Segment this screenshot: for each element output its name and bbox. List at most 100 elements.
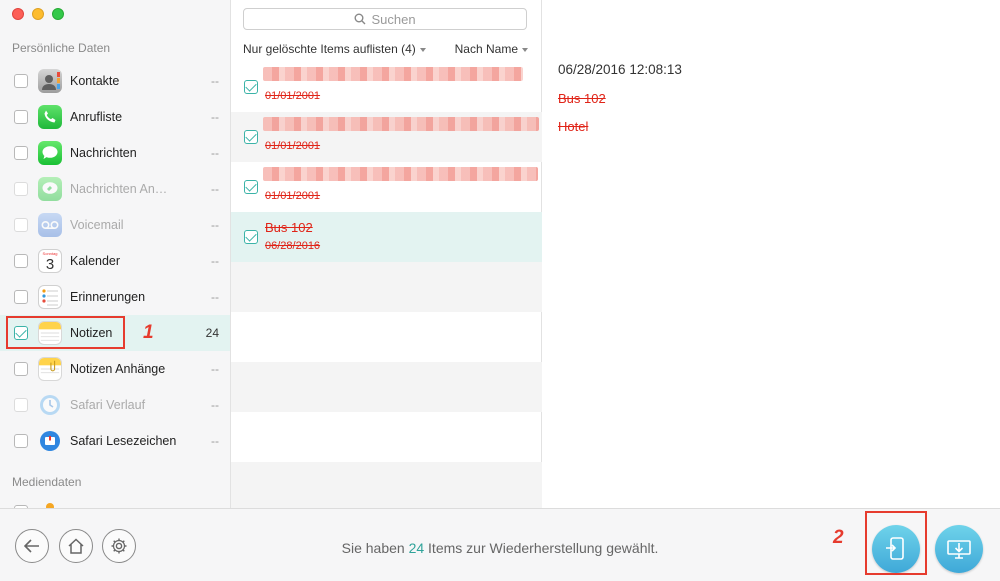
filter-label: Nur gelöschte Items auflisten (4)	[243, 42, 416, 56]
annotation-step-1: 1	[143, 322, 154, 343]
messages-checkbox[interactable]	[14, 146, 28, 160]
sidebar-item-label: Nachrichten	[70, 146, 137, 160]
sidebar-item-safari-bookmarks[interactable]: Safari Lesezeichen --	[0, 423, 230, 459]
item-count: --	[211, 74, 219, 88]
annotation-highlight-recover-button	[865, 511, 927, 575]
sidebar-item-safari-history[interactable]: Safari Verlauf --	[0, 387, 230, 423]
sidebar-item-notes-attachments[interactable]: Notizen Anhänge --	[0, 351, 230, 387]
note-list: 01/01/2001 01/01/2001 01/01/2001 Bus 102…	[231, 62, 542, 512]
status-prefix: Sie haben	[341, 540, 409, 556]
row-checkbox[interactable]	[244, 230, 258, 244]
section-title-personal: Persönliche Daten	[12, 41, 111, 55]
safari-bookmarks-checkbox[interactable]	[14, 434, 28, 448]
calendar-checkbox[interactable]	[14, 254, 28, 268]
sidebar-item-label: Safari Lesezeichen	[70, 434, 177, 448]
note-line: Hotel	[558, 119, 589, 134]
sidebar-item-reminders[interactable]: Erinnerungen --	[0, 279, 230, 315]
safari-history-icon	[38, 393, 62, 417]
messages-icon	[38, 141, 62, 165]
reminders-checkbox[interactable]	[14, 290, 28, 304]
note-line: Bus 102	[558, 91, 606, 106]
item-count: --	[211, 182, 219, 196]
message-attachments-icon	[38, 177, 62, 201]
item-count: --	[211, 290, 219, 304]
sidebar-item-label: Notizen Anhänge	[70, 362, 166, 376]
contacts-checkbox[interactable]	[14, 74, 28, 88]
sidebar-item-message-attachments[interactable]: Nachrichten An… --	[0, 171, 230, 207]
contacts-icon	[38, 69, 62, 93]
annotation-step-2: 2	[833, 527, 844, 548]
calendar-icon: Sonntag 3	[38, 249, 62, 273]
row-date: 01/01/2001	[265, 190, 321, 202]
list-item[interactable]: Bus 102 06/28/2016	[231, 212, 542, 262]
item-count: --	[211, 146, 219, 160]
row-date: 01/01/2001	[265, 90, 321, 102]
zoom-window-button[interactable]	[52, 8, 64, 20]
filter-bar: Nur gelöschte Items auflisten (4) Nach N…	[231, 38, 542, 60]
sort-dropdown[interactable]: Nach Name	[455, 42, 528, 56]
sort-label: Nach Name	[454, 42, 518, 56]
empty-row	[231, 262, 542, 312]
minimize-window-button[interactable]	[32, 8, 44, 20]
recover-to-computer-button[interactable]	[935, 525, 983, 573]
row-checkbox[interactable]	[244, 80, 258, 94]
annotation-highlight-notes	[6, 316, 125, 349]
chevron-down-icon	[419, 47, 426, 52]
bottom-toolbar: Sie haben 24 Items zur Wiederherstellung…	[0, 508, 1000, 581]
message-attachments-checkbox[interactable]	[14, 182, 28, 196]
sidebar-item-label: Safari Verlauf	[70, 398, 146, 412]
deleted-filter-dropdown[interactable]: Nur gelöschte Items auflisten (4)	[243, 42, 426, 56]
window-controls	[12, 8, 64, 20]
call-history-checkbox[interactable]	[14, 110, 28, 124]
sidebar-item-label: Anrufliste	[70, 110, 123, 124]
sidebar-item-label: Nachrichten An…	[70, 182, 168, 196]
item-count: --	[211, 398, 219, 412]
chevron-down-icon	[522, 47, 528, 52]
reminders-icon	[38, 285, 62, 309]
safari-bookmarks-icon	[38, 429, 62, 453]
redacted-title	[263, 167, 538, 181]
row-checkbox[interactable]	[244, 130, 258, 144]
sidebar-item-voicemail[interactable]: Voicemail --	[0, 207, 230, 243]
item-count: --	[211, 110, 219, 124]
recover-to-computer-icon	[947, 540, 971, 559]
sidebar-item-photos[interactable]	[0, 494, 230, 508]
photos-icon	[38, 500, 62, 508]
status-count: 24	[408, 540, 425, 556]
section-title-media: Mediendaten	[12, 475, 82, 489]
status-suffix: Items zur Wiederherstellung gewählt.	[424, 540, 659, 556]
row-title: Bus 102	[265, 220, 313, 235]
sidebar-item-label: Voicemail	[70, 218, 124, 232]
safari-history-checkbox[interactable]	[14, 398, 28, 412]
sidebar-item-contacts[interactable]: Kontakte --	[0, 63, 230, 99]
search-field[interactable]: Suchen	[243, 8, 527, 30]
sidebar: Persönliche Daten Kontakte -- Anrufliste…	[0, 0, 231, 508]
search-placeholder: Suchen	[371, 11, 416, 27]
sidebar-item-label: Kalender	[70, 254, 121, 268]
note-timestamp: 06/28/2016 12:08:13	[558, 62, 682, 77]
item-count: --	[211, 362, 219, 376]
empty-row	[231, 462, 542, 512]
sidebar-item-label: Kontakte	[70, 74, 120, 88]
sidebar-item-call-history[interactable]: Anrufliste --	[0, 99, 230, 135]
voicemail-checkbox[interactable]	[14, 218, 28, 232]
empty-row	[231, 412, 542, 462]
list-item[interactable]: 01/01/2001	[231, 62, 542, 112]
list-item[interactable]: 01/01/2001	[231, 112, 542, 162]
list-item[interactable]: 01/01/2001	[231, 162, 542, 212]
notes-attachments-icon	[38, 357, 62, 381]
note-detail-panel: 06/28/2016 12:08:13 Bus 102 Hotel	[542, 0, 1000, 508]
selection-status: Sie haben 24 Items zur Wiederherstellung…	[0, 540, 1000, 556]
sidebar-item-messages[interactable]: Nachrichten --	[0, 135, 230, 171]
calendar-day-number: 3	[45, 256, 55, 273]
redacted-title	[263, 117, 539, 131]
empty-row	[231, 362, 542, 412]
item-count: --	[211, 254, 219, 268]
notes-attachments-checkbox[interactable]	[14, 362, 28, 376]
row-checkbox[interactable]	[244, 180, 258, 194]
close-window-button[interactable]	[12, 8, 24, 20]
row-date: 06/28/2016	[265, 240, 321, 252]
item-list-panel: Suchen Nur gelöschte Items auflisten (4)…	[231, 0, 542, 512]
item-count: --	[211, 434, 219, 448]
sidebar-item-calendar[interactable]: Sonntag 3 Kalender --	[0, 243, 230, 279]
